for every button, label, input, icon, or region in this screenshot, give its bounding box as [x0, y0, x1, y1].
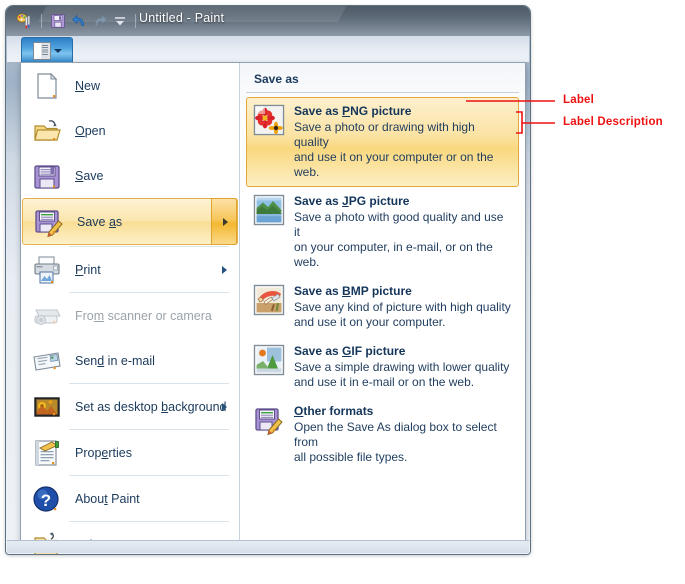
gif-drawing-icon [253, 344, 285, 376]
about-help-icon: ? [31, 483, 63, 515]
chevron-down-icon [53, 48, 62, 53]
chevron-right-icon [222, 265, 227, 274]
save-as-jpg-item[interactable]: Save as JPG picture Save a photo with go… [246, 187, 519, 277]
annotation-label: Label [563, 94, 595, 106]
open-folder-icon [31, 115, 63, 147]
qat-separator-2 [135, 14, 136, 28]
save-as-gif-item[interactable]: Save as GIF picture Save a simple drawin… [246, 337, 519, 397]
menu-left-column: New Open Save Save as Print From scanner… [21, 63, 240, 554]
menu-item-label: Print [75, 262, 101, 277]
customize-quick-access-icon[interactable] [113, 14, 127, 28]
window-bottom-strip [7, 540, 529, 553]
save-as-gif-title: Save as GIF picture [294, 344, 406, 358]
other-formats-title: Other formats [294, 404, 374, 418]
bmp-paint-icon [253, 284, 285, 316]
save-as-panel-header: Save as [246, 67, 519, 93]
save-as-png-title: Save as PNG picture [294, 104, 412, 118]
save-as-panel: Save as Save as PNG picture Save a photo… [240, 63, 525, 545]
svg-text:?: ? [41, 491, 51, 510]
other-formats-description: Open the Save As dialog box to select fr… [294, 420, 497, 464]
menu-item-label: Properties [75, 445, 132, 460]
menu-item-label: Open [75, 123, 106, 138]
menu-item-save[interactable]: Save [21, 153, 239, 198]
chevron-right-icon [222, 402, 227, 411]
properties-icon [31, 437, 63, 469]
jpg-photo-icon [253, 194, 285, 226]
application-menu: New Open Save Save as Print From scanner… [20, 62, 526, 554]
save-as-gif-description: Save a simple drawing with lower quality… [294, 360, 510, 389]
quick-access-toolbar [16, 12, 139, 30]
annotation-label-description: Label Description [563, 116, 663, 128]
menu-item-about-paint[interactable]: ? About Paint [21, 476, 239, 521]
ribbon-tab-strip [7, 36, 529, 63]
menu-item-label: New [75, 78, 101, 93]
paint-menu-button[interactable] [21, 37, 73, 63]
menu-item-new[interactable]: New [21, 63, 239, 108]
save-as-bmp-description: Save any kind of picture with high quali… [294, 300, 511, 329]
email-icon [31, 345, 63, 377]
menu-item-label: Set as desktop background [75, 399, 227, 414]
menu-item-send-in-email[interactable]: Send in e-mail [21, 338, 239, 383]
save-icon[interactable] [50, 13, 66, 29]
floppy-disk-icon [31, 160, 63, 192]
menu-item-label: Send in e-mail [75, 353, 155, 368]
scanner-camera-icon [31, 300, 63, 332]
save-as-bmp-title: Save as BMP picture [294, 284, 412, 298]
save-as-png-item[interactable]: Save as PNG picture Save a photo or draw… [246, 97, 519, 187]
other-formats-item[interactable]: Other formats Open the Save As dialog bo… [246, 397, 519, 472]
menu-item-label: Save as [77, 214, 123, 229]
save-as-jpg-description: Save a photo with good quality and use i… [294, 210, 504, 269]
menu-document-icon [32, 41, 51, 60]
redo-icon [92, 13, 108, 29]
save-as-bmp-item[interactable]: Save as BMP picture Save any kind of pic… [246, 277, 519, 337]
chevron-right-icon [223, 217, 228, 226]
new-document-icon [31, 70, 63, 102]
menu-item-properties[interactable]: Properties [21, 430, 239, 475]
menu-item-label: About Paint [75, 491, 140, 506]
menu-item-open[interactable]: Open [21, 108, 239, 153]
floppy-pencil-icon [33, 206, 65, 238]
menu-item-label: Save [75, 168, 104, 183]
save-as-jpg-title: Save as JPG picture [294, 194, 410, 208]
window-title: Untitled - Paint [139, 11, 225, 25]
save-as-png-description: Save a photo or drawing with high qualit… [294, 120, 494, 179]
menu-item-set-as-desktop-background[interactable]: Set as desktop background [21, 384, 239, 429]
undo-icon[interactable] [71, 13, 87, 29]
printer-icon [31, 254, 63, 286]
desktop-background-icon [31, 391, 63, 423]
menu-item-label: From scanner or camera [75, 308, 212, 323]
png-flower-icon [253, 104, 285, 136]
window-titlebar: Untitled - Paint [6, 6, 530, 36]
menu-item-print[interactable]: Print [21, 247, 239, 292]
menu-item-save-as[interactable]: Save as [22, 198, 238, 245]
paint-window: Untitled - Paint New Open Save Save as P… [6, 6, 530, 554]
qat-separator-1 [41, 14, 42, 28]
paint-app-icon[interactable] [16, 12, 33, 30]
screenshot-root: Untitled - Paint New Open Save Save as P… [0, 0, 685, 584]
other-formats-icon [253, 404, 285, 436]
menu-item-from-scanner-or-camera: From scanner or camera [21, 293, 239, 338]
